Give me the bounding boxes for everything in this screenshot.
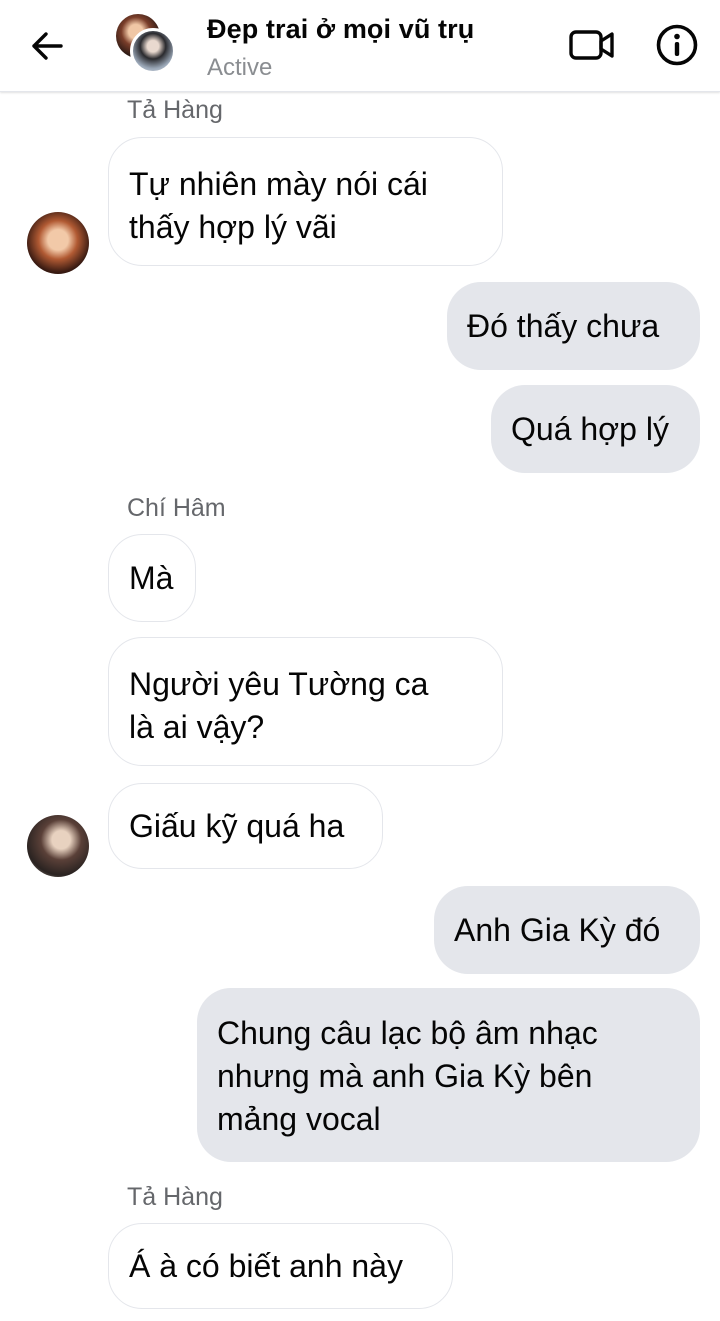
message-bubble[interactable]: Mà: [108, 534, 196, 622]
message-bubble[interactable]: Á à có biết anh này: [108, 1223, 453, 1309]
message-text: Chung câu lạc bộ âm nhạc: [217, 1015, 598, 1051]
info-button[interactable]: [652, 20, 702, 70]
chat-header: Đẹp trai ở mọi vũ trụ Active: [0, 0, 720, 92]
back-button[interactable]: [22, 24, 72, 68]
video-camera-icon: [569, 30, 614, 60]
message-bubble[interactable]: Chung câu lạc bộ âm nhạc nhưng mà anh Gi…: [197, 988, 700, 1162]
active-status: Active: [207, 54, 273, 81]
message-text: thấy hợp lý vãi: [129, 209, 337, 245]
message-text: Đó thấy chưa: [467, 307, 660, 344]
sender-name: Tả Hàng: [127, 1183, 223, 1211]
message-bubble[interactable]: Quá hợp lý: [491, 385, 700, 473]
message-bubble[interactable]: Tự nhiên mày nói cái thấy hợp lý vãi: [108, 137, 503, 266]
avatar[interactable]: [27, 212, 89, 274]
message-text: Giấu kỹ quá ha: [129, 807, 345, 844]
video-call-button[interactable]: [566, 22, 618, 68]
message-text: Người yêu Tường ca: [129, 666, 429, 702]
message-bubble[interactable]: Người yêu Tường ca là ai vậy?: [108, 637, 503, 766]
message-bubble[interactable]: Đó thấy chưa: [447, 282, 700, 370]
message-text: mảng vocal: [217, 1101, 381, 1137]
message-text: là ai vậy?: [129, 709, 265, 745]
avatar: [130, 28, 176, 74]
message-text: Anh Gia Kỳ đó: [454, 911, 661, 948]
message-bubble[interactable]: Giấu kỹ quá ha: [108, 783, 383, 869]
arrow-left-icon: [32, 32, 63, 60]
message-bubble[interactable]: Anh Gia Kỳ đó: [434, 886, 700, 974]
chat-title[interactable]: Đẹp trai ở mọi vũ trụ: [207, 14, 474, 45]
sender-name: Chí Hâm: [127, 494, 226, 522]
message-text: Quá hợp lý: [511, 410, 669, 447]
message-text: Mà: [129, 559, 174, 596]
avatar[interactable]: [27, 815, 89, 877]
group-avatar[interactable]: [116, 14, 178, 74]
info-icon: [656, 24, 698, 66]
message-text: Tự nhiên mày nói cái: [129, 166, 428, 202]
sender-name: Tả Hàng: [127, 96, 223, 124]
message-text: Á à có biết anh này: [129, 1247, 403, 1284]
message-text: nhưng mà anh Gia Kỳ bên: [217, 1058, 593, 1094]
